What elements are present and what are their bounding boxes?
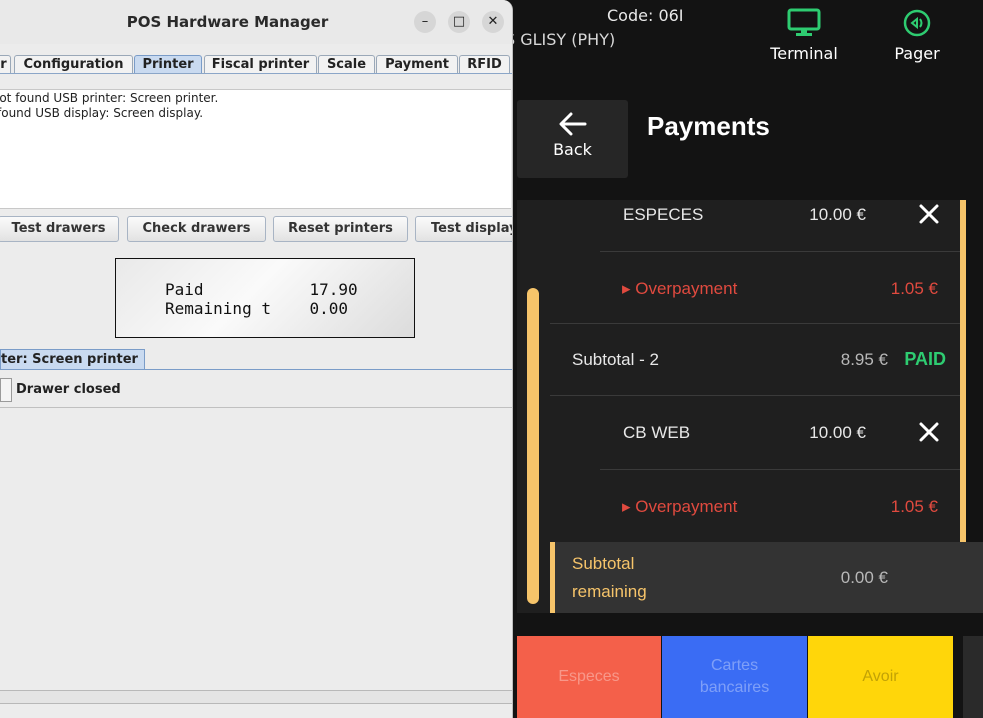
- log-line-1: lot found USB printer: Screen printer.: [0, 91, 219, 105]
- subtab-underline: [0, 369, 512, 370]
- tab-screen-printer[interactable]: ter: Screen printer: [0, 349, 145, 370]
- tab-scale[interactable]: Scale: [318, 55, 375, 73]
- check-drawers-button[interactable]: Check drawers: [127, 216, 266, 242]
- customer-display-preview: Paid 17.90 Remaining t 0.00: [115, 258, 415, 338]
- avoir-button[interactable]: Avoir: [808, 636, 953, 718]
- payment-amount-2: 10.00 €: [809, 423, 866, 442]
- subtotal-remaining-accent: [550, 542, 555, 613]
- pager-button[interactable]: Pager: [867, 8, 967, 63]
- maximize-button[interactable]: □: [448, 11, 470, 33]
- remove-payment-2-icon[interactable]: [918, 421, 940, 443]
- arrow-left-icon: [559, 112, 586, 136]
- close-button[interactable]: ✕: [482, 11, 504, 33]
- subtotal-remaining-amount: 0.00 €: [840, 568, 888, 587]
- cartes-label-1: Cartes: [710, 657, 759, 674]
- tab-payment[interactable]: Payment: [376, 55, 458, 73]
- divider: [0, 407, 512, 408]
- subtotal-2-amount: 8.95 €: [840, 350, 888, 369]
- scrollbar[interactable]: [527, 288, 539, 604]
- log-output[interactable]: lot found USB printer: Screen printer. f…: [0, 89, 511, 209]
- test-drawers-button[interactable]: Test drawers: [0, 216, 119, 242]
- subtotal-2-label: Subtotal - 2: [572, 350, 659, 369]
- terminal-code: Code: 06I: [607, 6, 684, 25]
- store-name: S GLISY (PHY): [505, 30, 616, 49]
- display-line-2: Remaining t 0.00: [165, 299, 349, 318]
- avoir-label: Avoir: [862, 668, 899, 685]
- cartes-bancaires-button[interactable]: Cartes bancaires: [662, 636, 807, 718]
- back-button[interactable]: Back: [517, 100, 628, 178]
- divider: [550, 323, 960, 324]
- pager-label: Pager: [894, 44, 940, 63]
- page-title: Payments: [647, 111, 770, 141]
- drawer-indicator: [0, 378, 12, 402]
- paid-badge: PAID: [904, 349, 946, 369]
- remove-payment-1-icon[interactable]: [918, 203, 940, 225]
- hardware-manager-window: POS Hardware Manager – □ ✕ r Configurati…: [0, 0, 513, 718]
- tab-partial[interactable]: r: [0, 55, 11, 73]
- payment-method-2: CB WEB: [623, 423, 691, 442]
- overpayment-label-1: ▸ Overpayment: [622, 279, 738, 298]
- overpayment-amount-1: 1.05 €: [890, 279, 938, 298]
- cartes-label-2: bancaires: [699, 679, 770, 696]
- tab-printer[interactable]: Printer: [134, 55, 202, 73]
- display-line-1: Paid 17.90: [165, 280, 358, 299]
- title-bar[interactable]: POS Hardware Manager – □ ✕: [0, 0, 512, 44]
- terminal-button[interactable]: Terminal: [754, 8, 854, 63]
- monitor-icon: [787, 8, 821, 36]
- drawer-status: Drawer closed: [16, 382, 121, 397]
- test-display-button[interactable]: Test display: [415, 216, 512, 242]
- tab-bar: r Configuration Printer Fiscal printer S…: [0, 55, 512, 74]
- terminal-label: Terminal: [770, 44, 838, 63]
- minimize-button[interactable]: –: [414, 11, 436, 33]
- pager-icon: [903, 9, 931, 37]
- horizontal-scrollbar[interactable]: [0, 690, 512, 704]
- subtotal-remaining-label-1: Subtotal: [572, 554, 635, 573]
- especes-label: Especes: [558, 668, 620, 685]
- more-payment-button[interactable]: [963, 636, 983, 718]
- subtotal-remaining-label-2: remaining: [572, 582, 647, 601]
- tab-fiscal-printer[interactable]: Fiscal printer: [204, 55, 317, 73]
- tab-configuration[interactable]: Configuration: [14, 55, 133, 73]
- payment-method-1: ESPECES: [623, 205, 704, 224]
- window-title: POS Hardware Manager: [126, 13, 329, 31]
- tab-rfid[interactable]: RFID: [459, 55, 510, 73]
- log-line-2: found USB display: Screen display.: [0, 106, 204, 120]
- divider: [600, 469, 960, 470]
- divider: [550, 395, 960, 396]
- divider: [600, 251, 960, 252]
- overpayment-label-2: ▸ Overpayment: [622, 497, 738, 516]
- subtotal-remaining-label: Subtotal remaining: [572, 550, 647, 606]
- overpayment-amount-2: 1.05 €: [890, 497, 938, 516]
- back-label: Back: [553, 140, 592, 159]
- reset-printers-button[interactable]: Reset printers: [273, 216, 408, 242]
- payment-amount-1: 10.00 €: [809, 205, 866, 224]
- especes-button[interactable]: Especes: [517, 636, 661, 718]
- payments-accent-bar: [960, 200, 966, 542]
